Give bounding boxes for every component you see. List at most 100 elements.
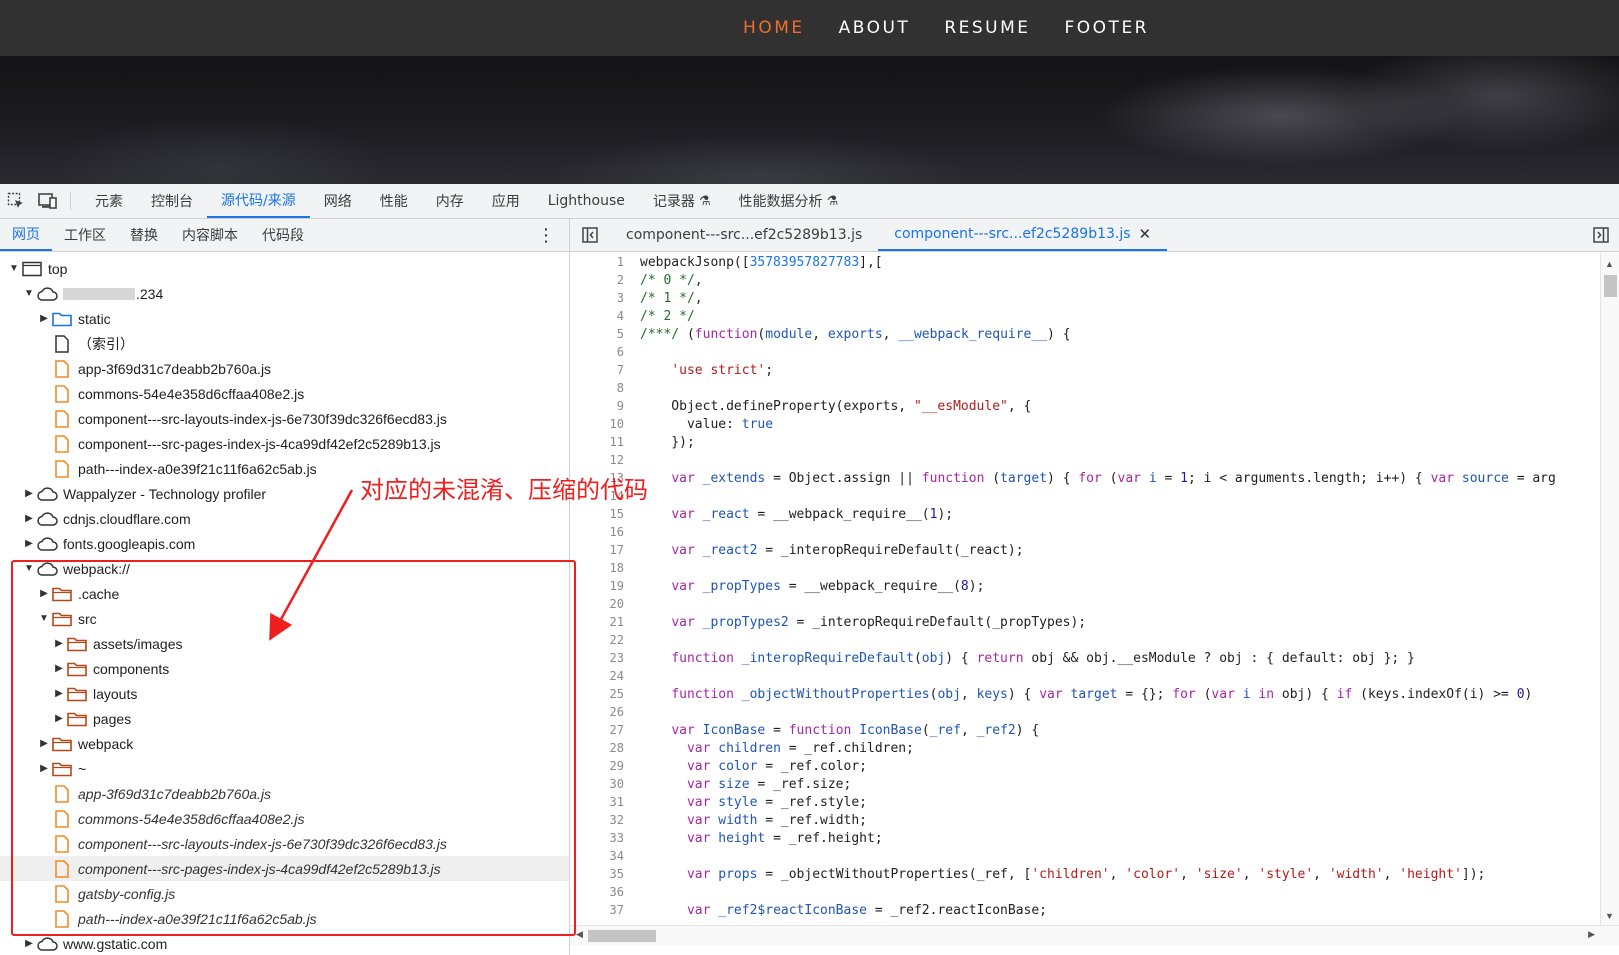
line-number[interactable]: 5 [570, 327, 624, 341]
line-number[interactable]: 23 [570, 651, 624, 665]
editor-file-tab[interactable]: component---src...ef2c5289b13.js [610, 219, 878, 251]
tree-item[interactable]: ▼ top [0, 256, 569, 281]
tree-item[interactable]: ▶ fonts.googleapis.com [0, 531, 569, 556]
line-number[interactable]: 10 [570, 417, 624, 431]
line-number[interactable]: 31 [570, 795, 624, 809]
tab-snippets[interactable]: 代码段 [250, 219, 316, 251]
code-line[interactable]: 2 /* 0 */, [570, 271, 1600, 289]
code-content[interactable]: 1 webpackJsonp([35783957827783],[2 /* 0 */… [570, 253, 1600, 925]
code-line[interactable]: 30 var size = _ref.size; [570, 775, 1600, 793]
code-line[interactable]: 1 webpackJsonp([35783957827783],[ [570, 253, 1600, 271]
line-number[interactable]: 3 [570, 291, 624, 305]
inspect-element-icon[interactable] [0, 184, 32, 218]
tab-sources[interactable]: 源代码/来源 [207, 184, 310, 218]
line-number[interactable]: 19 [570, 579, 624, 593]
tab-content-scripts[interactable]: 内容脚本 [170, 219, 250, 251]
code-line[interactable]: 13 var _extends = Object.assign || funct… [570, 469, 1600, 487]
line-number[interactable]: 20 [570, 597, 624, 611]
line-number[interactable]: 35 [570, 867, 624, 881]
line-number[interactable]: 15 [570, 507, 624, 521]
line-number[interactable]: 21 [570, 615, 624, 629]
collapsed-arrow-icon[interactable]: ▶ [23, 938, 35, 949]
tab-network[interactable]: 网络 [310, 184, 366, 218]
line-number[interactable]: 22 [570, 633, 624, 647]
scrollbar-thumb[interactable] [1604, 275, 1617, 297]
collapsed-arrow-icon[interactable]: ▶ [38, 313, 50, 324]
tree-item[interactable]: component---src-layouts-index-js-6e730f3… [0, 406, 569, 431]
code-line[interactable]: 15 var _react = __webpack_require__(1); [570, 505, 1600, 523]
line-number[interactable]: 25 [570, 687, 624, 701]
tree-item[interactable]: ▶ cdnjs.cloudflare.com [0, 506, 569, 531]
code-line[interactable]: 37 var _ref2$reactIconBase = _ref2.react… [570, 901, 1600, 919]
code-line[interactable]: 31 var style = _ref.style; [570, 793, 1600, 811]
code-line[interactable]: 27 var IconBase = function IconBase(_ref… [570, 721, 1600, 739]
line-number[interactable]: 8 [570, 381, 624, 395]
tree-item[interactable]: commons-54e4e358d6cffaa408e2.js [0, 381, 569, 406]
code-line[interactable]: 5 /***/ (function(module, exports, __webp… [570, 325, 1600, 343]
code-line[interactable]: 26 [570, 703, 1600, 721]
line-number[interactable]: 7 [570, 363, 624, 377]
line-number[interactable]: 37 [570, 903, 624, 917]
line-number[interactable]: 29 [570, 759, 624, 773]
code-line[interactable]: 34 [570, 847, 1600, 865]
code-line[interactable]: 20 [570, 595, 1600, 613]
code-line[interactable]: 12 [570, 451, 1600, 469]
tree-item[interactable]: ▶ static [0, 306, 569, 331]
code-line[interactable]: 10 value: true [570, 415, 1600, 433]
tab-performance[interactable]: 性能 [366, 184, 422, 218]
line-number[interactable]: 9 [570, 399, 624, 413]
device-toolbar-icon[interactable] [32, 184, 64, 218]
toggle-debugger-icon[interactable] [1593, 227, 1609, 246]
collapsed-arrow-icon[interactable]: ▶ [23, 488, 35, 499]
expanded-arrow-icon[interactable]: ▼ [8, 263, 20, 274]
nav-link-resume[interactable]: RESUME [944, 18, 1030, 38]
tree-item[interactable]: （索引） [0, 331, 569, 356]
line-number[interactable]: 36 [570, 885, 624, 899]
line-number[interactable]: 11 [570, 435, 624, 449]
scroll-right-icon[interactable]: ▶ [1588, 929, 1595, 940]
code-line[interactable]: 25 function _objectWithoutProperties(obj… [570, 685, 1600, 703]
nav-link-home[interactable]: HOME [743, 18, 805, 38]
toggle-navigator-icon[interactable] [570, 219, 610, 251]
line-number[interactable]: 1 [570, 255, 624, 269]
code-line[interactable]: 32 var width = _ref.width; [570, 811, 1600, 829]
collapsed-arrow-icon[interactable]: ▶ [23, 513, 35, 524]
code-line[interactable]: 23 function _interopRequireDefault(obj) … [570, 649, 1600, 667]
code-line[interactable]: 21 var _propTypes2 = _interopRequireDefa… [570, 613, 1600, 631]
code-line[interactable]: 6 [570, 343, 1600, 361]
tab-lighthouse[interactable]: Lighthouse [534, 184, 639, 218]
code-line[interactable]: 35 var props = _objectWithoutProperties(… [570, 865, 1600, 883]
line-number[interactable]: 30 [570, 777, 624, 791]
tab-overrides[interactable]: 替换 [118, 219, 170, 251]
tab-console[interactable]: 控制台 [137, 184, 207, 218]
code-line[interactable]: 7 'use strict'; [570, 361, 1600, 379]
nav-link-footer[interactable]: FOOTER [1065, 18, 1149, 38]
code-line[interactable]: 36 [570, 883, 1600, 901]
expanded-arrow-icon[interactable]: ▼ [23, 288, 35, 299]
code-line[interactable]: 19 var _propTypes = __webpack_require__(… [570, 577, 1600, 595]
tree-item[interactable]: ▼ .234 [0, 281, 569, 306]
line-number[interactable]: 4 [570, 309, 624, 323]
line-number[interactable]: 27 [570, 723, 624, 737]
line-number[interactable]: 32 [570, 813, 624, 827]
line-number[interactable]: 17 [570, 543, 624, 557]
editor-file-tab-active[interactable]: component---src...ef2c5289b13.js ✕ [878, 219, 1168, 251]
code-line[interactable]: 14 [570, 487, 1600, 505]
code-line[interactable]: 11 }); [570, 433, 1600, 451]
line-number[interactable]: 24 [570, 669, 624, 683]
code-line[interactable]: 9 Object.defineProperty(exports, "__esMo… [570, 397, 1600, 415]
tab-recorder[interactable]: 记录器 ⚗ [639, 184, 725, 218]
code-line[interactable]: 22 [570, 631, 1600, 649]
more-options-icon[interactable]: ⋮ [537, 225, 555, 246]
code-line[interactable]: 29 var color = _ref.color; [570, 757, 1600, 775]
line-number[interactable]: 2 [570, 273, 624, 287]
tab-page[interactable]: 网页 [0, 219, 52, 251]
tab-elements[interactable]: 元素 [81, 184, 137, 218]
line-number[interactable]: 28 [570, 741, 624, 755]
code-line[interactable]: 17 var _react2 = _interopRequireDefault(… [570, 541, 1600, 559]
tab-memory[interactable]: 内存 [422, 184, 478, 218]
code-line[interactable]: 33 var height = _ref.height; [570, 829, 1600, 847]
code-line[interactable]: 28 var children = _ref.children; [570, 739, 1600, 757]
line-number[interactable]: 33 [570, 831, 624, 845]
line-number[interactable]: 16 [570, 525, 624, 539]
